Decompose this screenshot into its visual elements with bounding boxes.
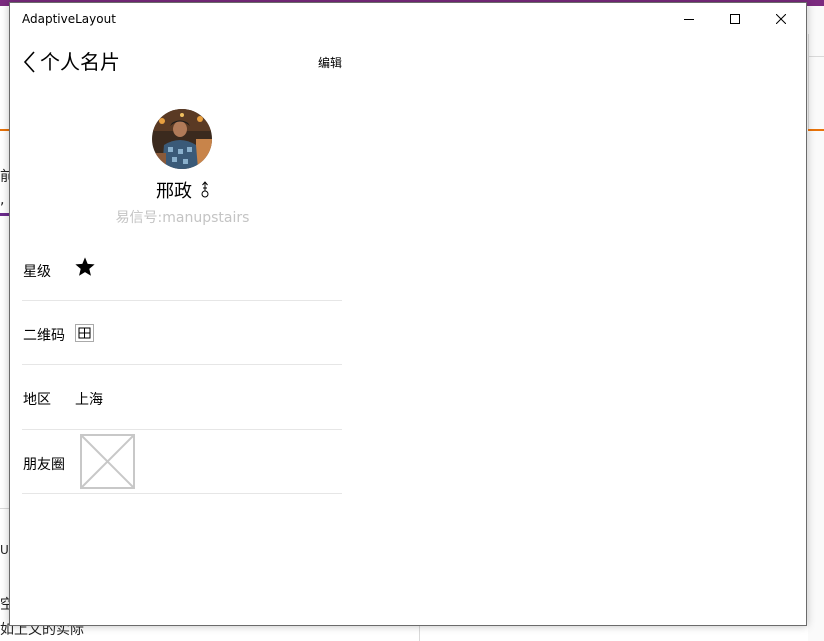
row-label: 地区 xyxy=(23,392,51,408)
background-divider xyxy=(808,56,824,57)
app-window: AdaptiveLayout 个人名片 编辑 邢政 易信号:manupstair… xyxy=(9,2,807,626)
row-label: 星级 xyxy=(23,264,51,280)
title-bar[interactable]: AdaptiveLayout xyxy=(10,3,806,35)
minimize-icon xyxy=(684,19,694,20)
minimize-button[interactable] xyxy=(666,3,712,35)
background-accent-line xyxy=(808,129,824,131)
row-label: 二维码 xyxy=(23,328,65,344)
edit-button[interactable]: 编辑 xyxy=(318,54,342,71)
star-icon xyxy=(75,257,95,276)
background-window-edge xyxy=(808,6,824,641)
qr-code-icon xyxy=(75,324,94,342)
profile-name: 邢政 xyxy=(155,181,192,202)
background-divider xyxy=(419,626,420,641)
wechat-id: 易信号:manupstairs xyxy=(115,210,250,226)
row-label: 朋友圈 xyxy=(23,457,65,473)
list-item-moments[interactable]: 朋友圈 xyxy=(22,429,342,494)
back-button[interactable] xyxy=(23,49,41,75)
row-value: 上海 xyxy=(75,392,103,408)
page-title: 个人名片 xyxy=(40,50,120,74)
maximize-button[interactable] xyxy=(712,3,758,35)
background-divider xyxy=(808,34,809,129)
close-icon xyxy=(776,14,786,24)
avatar[interactable] xyxy=(152,109,212,169)
image-placeholder-icon xyxy=(80,434,135,489)
list-item-rating[interactable]: 星级 xyxy=(22,235,342,301)
avatar-photo xyxy=(152,109,212,169)
male-symbol-icon xyxy=(201,181,209,198)
list-item-region[interactable]: 地区 上海 xyxy=(22,364,342,430)
window-title: AdaptiveLayout xyxy=(22,12,116,26)
chevron-left-icon xyxy=(23,51,35,73)
list-item-qrcode[interactable]: 二维码 xyxy=(22,300,342,365)
maximize-icon xyxy=(730,14,740,24)
close-button[interactable] xyxy=(758,3,804,35)
name-row: 邢政 xyxy=(10,177,355,202)
page-header: 个人名片 编辑 xyxy=(10,35,355,93)
